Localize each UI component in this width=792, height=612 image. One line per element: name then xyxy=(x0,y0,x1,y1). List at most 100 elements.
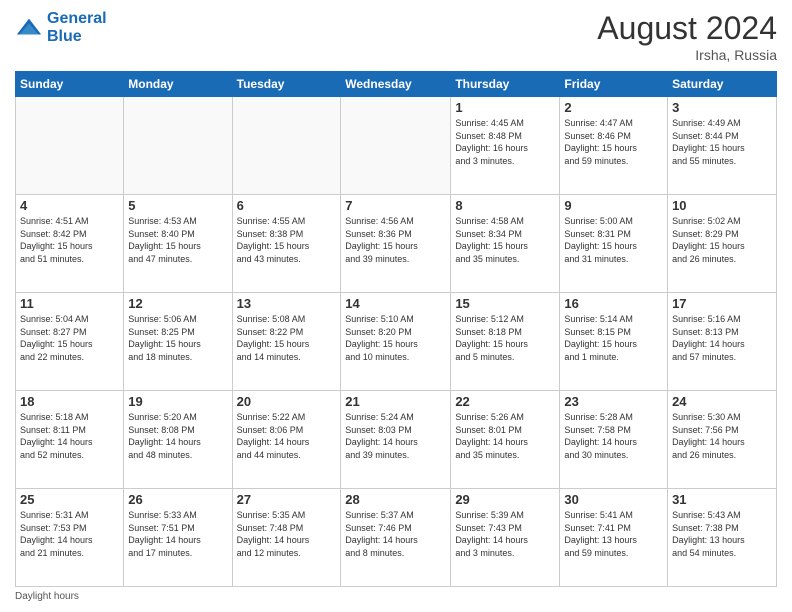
calendar-cell: 9 Sunrise: 5:00 AM Sunset: 8:31 PM Daylig… xyxy=(560,195,668,293)
calendar-week-0: 1 Sunrise: 4:45 AM Sunset: 8:48 PM Daylig… xyxy=(16,97,777,195)
daylight-label: Daylight hours xyxy=(15,591,79,602)
title-block: August 2024 Irsha, Russia xyxy=(597,10,777,63)
calendar-cell: 31Sunrise: 5:43 AM Sunset: 7:38 PM Dayli… xyxy=(668,489,777,587)
day-info: Sunrise: 4:53 AM Sunset: 8:40 PM Dayligh… xyxy=(128,215,227,265)
calendar-cell: 1 Sunrise: 4:45 AM Sunset: 8:48 PM Daylig… xyxy=(451,97,560,195)
day-info: Sunrise: 4:55 AM Sunset: 8:38 PM Dayligh… xyxy=(237,215,337,265)
calendar-cell: 29 Sunrise: 5:39 AM Sunset: 7:43 PM Dayli… xyxy=(451,489,560,587)
weekday-header-tuesday: Tuesday xyxy=(232,72,341,97)
day-info: Sunrise: 4:58 AM Sunset: 8:34 PM Dayligh… xyxy=(455,215,555,265)
day-number: 1 xyxy=(455,100,555,115)
calendar-cell: 7Sunrise: 4:56 AM Sunset: 8:36 PM Daylig… xyxy=(341,195,451,293)
weekday-header-friday: Friday xyxy=(560,72,668,97)
weekday-header-monday: Monday xyxy=(124,72,232,97)
day-info: Sunrise: 5:14 AM Sunset: 8:15 PM Dayligh… xyxy=(564,313,663,363)
calendar-cell: 13 Sunrise: 5:08 AM Sunset: 8:22 PM Dayli… xyxy=(232,293,341,391)
day-info: Sunrise: 5:30 AM Sunset: 7:56 PM Dayligh… xyxy=(672,411,772,461)
calendar-cell: 4Sunrise: 4:51 AM Sunset: 8:42 PM Daylig… xyxy=(16,195,124,293)
day-info: Sunrise: 5:04 AM Sunset: 8:27 PM Dayligh… xyxy=(20,313,119,363)
day-number: 26 xyxy=(128,492,227,507)
logo: General Blue xyxy=(15,10,107,45)
day-info: Sunrise: 5:00 AM Sunset: 8:31 PM Dayligh… xyxy=(564,215,663,265)
day-number: 28 xyxy=(345,492,446,507)
day-number: 20 xyxy=(237,394,337,409)
calendar-cell: 8Sunrise: 4:58 AM Sunset: 8:34 PM Daylig… xyxy=(451,195,560,293)
day-info: Sunrise: 5:37 AM Sunset: 7:46 PM Dayligh… xyxy=(345,509,446,559)
day-number: 17 xyxy=(672,296,772,311)
day-info: Sunrise: 4:45 AM Sunset: 8:48 PM Dayligh… xyxy=(455,117,555,167)
day-number: 25 xyxy=(20,492,119,507)
calendar-cell: 30 Sunrise: 5:41 AM Sunset: 7:41 PM Dayli… xyxy=(560,489,668,587)
day-info: Sunrise: 5:31 AM Sunset: 7:53 PM Dayligh… xyxy=(20,509,119,559)
day-info: Sunrise: 5:08 AM Sunset: 8:22 PM Dayligh… xyxy=(237,313,337,363)
calendar-cell xyxy=(232,97,341,195)
day-number: 30 xyxy=(564,492,663,507)
calendar-cell: 12 Sunrise: 5:06 AM Sunset: 8:25 PM Dayli… xyxy=(124,293,232,391)
day-info: Sunrise: 5:26 AM Sunset: 8:01 PM Dayligh… xyxy=(455,411,555,461)
logo-icon xyxy=(15,14,43,42)
day-info: Sunrise: 5:16 AM Sunset: 8:13 PM Dayligh… xyxy=(672,313,772,363)
calendar-week-4: 25 Sunrise: 5:31 AM Sunset: 7:53 PM Dayli… xyxy=(16,489,777,587)
calendar-cell: 6Sunrise: 4:55 AM Sunset: 8:38 PM Daylig… xyxy=(232,195,341,293)
day-info: Sunrise: 5:10 AM Sunset: 8:20 PM Dayligh… xyxy=(345,313,446,363)
month-title: August 2024 xyxy=(597,10,777,47)
weekday-header-wednesday: Wednesday xyxy=(341,72,451,97)
day-number: 2 xyxy=(564,100,663,115)
calendar-cell: 18 Sunrise: 5:18 AM Sunset: 8:11 PM Dayli… xyxy=(16,391,124,489)
day-number: 5 xyxy=(128,198,227,213)
weekday-header-thursday: Thursday xyxy=(451,72,560,97)
calendar-cell: 23Sunrise: 5:28 AM Sunset: 7:58 PM Dayli… xyxy=(560,391,668,489)
day-info: Sunrise: 5:39 AM Sunset: 7:43 PM Dayligh… xyxy=(455,509,555,559)
day-info: Sunrise: 5:12 AM Sunset: 8:18 PM Dayligh… xyxy=(455,313,555,363)
calendar-week-1: 4Sunrise: 4:51 AM Sunset: 8:42 PM Daylig… xyxy=(16,195,777,293)
calendar-cell: 21 Sunrise: 5:24 AM Sunset: 8:03 PM Dayli… xyxy=(341,391,451,489)
day-number: 16 xyxy=(564,296,663,311)
calendar-cell: 17 Sunrise: 5:16 AM Sunset: 8:13 PM Dayli… xyxy=(668,293,777,391)
calendar-week-2: 11 Sunrise: 5:04 AM Sunset: 8:27 PM Dayli… xyxy=(16,293,777,391)
day-number: 12 xyxy=(128,296,227,311)
calendar-cell xyxy=(124,97,232,195)
calendar-cell: 24 Sunrise: 5:30 AM Sunset: 7:56 PM Dayli… xyxy=(668,391,777,489)
day-number: 23 xyxy=(564,394,663,409)
day-number: 18 xyxy=(20,394,119,409)
calendar-cell: 20 Sunrise: 5:22 AM Sunset: 8:06 PM Dayli… xyxy=(232,391,341,489)
day-number: 29 xyxy=(455,492,555,507)
day-number: 19 xyxy=(128,394,227,409)
calendar-cell: 25 Sunrise: 5:31 AM Sunset: 7:53 PM Dayli… xyxy=(16,489,124,587)
calendar-cell: 11 Sunrise: 5:04 AM Sunset: 8:27 PM Dayli… xyxy=(16,293,124,391)
weekday-header-sunday: Sunday xyxy=(16,72,124,97)
calendar-cell: 22Sunrise: 5:26 AM Sunset: 8:01 PM Dayli… xyxy=(451,391,560,489)
day-number: 21 xyxy=(345,394,446,409)
day-info: Sunrise: 4:49 AM Sunset: 8:44 PM Dayligh… xyxy=(672,117,772,167)
day-number: 11 xyxy=(20,296,119,311)
day-info: Sunrise: 5:24 AM Sunset: 8:03 PM Dayligh… xyxy=(345,411,446,461)
day-number: 10 xyxy=(672,198,772,213)
day-info: Sunrise: 5:41 AM Sunset: 7:41 PM Dayligh… xyxy=(564,509,663,559)
day-info: Sunrise: 5:22 AM Sunset: 8:06 PM Dayligh… xyxy=(237,411,337,461)
day-info: Sunrise: 5:18 AM Sunset: 8:11 PM Dayligh… xyxy=(20,411,119,461)
calendar-cell: 15Sunrise: 5:12 AM Sunset: 8:18 PM Dayli… xyxy=(451,293,560,391)
calendar-cell: 10 Sunrise: 5:02 AM Sunset: 8:29 PM Dayli… xyxy=(668,195,777,293)
day-number: 24 xyxy=(672,394,772,409)
calendar-cell: 26 Sunrise: 5:33 AM Sunset: 7:51 PM Dayli… xyxy=(124,489,232,587)
day-number: 13 xyxy=(237,296,337,311)
day-info: Sunrise: 5:02 AM Sunset: 8:29 PM Dayligh… xyxy=(672,215,772,265)
day-info: Sunrise: 5:33 AM Sunset: 7:51 PM Dayligh… xyxy=(128,509,227,559)
day-number: 4 xyxy=(20,198,119,213)
calendar-cell: 14Sunrise: 5:10 AM Sunset: 8:20 PM Dayli… xyxy=(341,293,451,391)
day-number: 3 xyxy=(672,100,772,115)
calendar-cell: 27Sunrise: 5:35 AM Sunset: 7:48 PM Dayli… xyxy=(232,489,341,587)
day-info: Sunrise: 5:06 AM Sunset: 8:25 PM Dayligh… xyxy=(128,313,227,363)
page: General Blue August 2024 Irsha, Russia S… xyxy=(0,0,792,612)
logo-text: General Blue xyxy=(47,10,107,45)
day-number: 9 xyxy=(564,198,663,213)
header: General Blue August 2024 Irsha, Russia xyxy=(15,10,777,63)
calendar-cell: 2 Sunrise: 4:47 AM Sunset: 8:46 PM Daylig… xyxy=(560,97,668,195)
location: Irsha, Russia xyxy=(597,47,777,63)
day-number: 7 xyxy=(345,198,446,213)
calendar-body: 1 Sunrise: 4:45 AM Sunset: 8:48 PM Daylig… xyxy=(16,97,777,587)
day-info: Sunrise: 4:47 AM Sunset: 8:46 PM Dayligh… xyxy=(564,117,663,167)
day-number: 27 xyxy=(237,492,337,507)
calendar-cell xyxy=(16,97,124,195)
calendar-cell: 19Sunrise: 5:20 AM Sunset: 8:08 PM Dayli… xyxy=(124,391,232,489)
